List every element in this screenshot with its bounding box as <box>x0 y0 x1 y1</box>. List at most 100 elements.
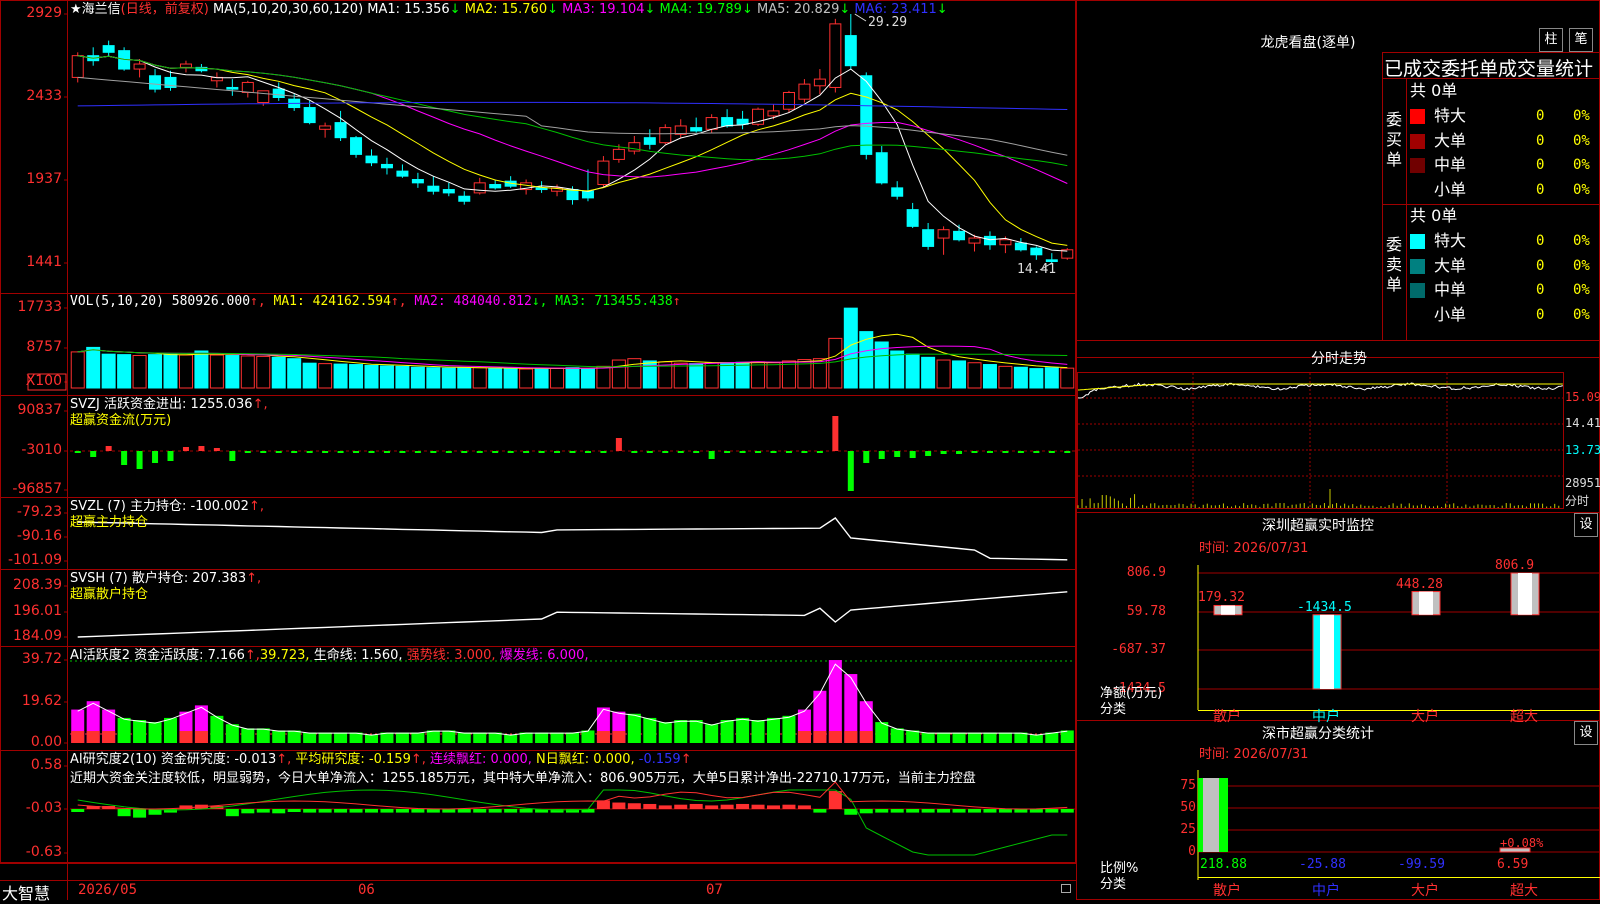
fenshi-price-line <box>1078 383 1563 398</box>
ai1-bar <box>164 718 177 743</box>
svzj-header: SVZJ 活跃资金进出: 1255.036↑, 超赢资金流(万元) <box>70 397 268 429</box>
sell-label-1: 大单 <box>1434 254 1466 278</box>
svzj-bar <box>755 451 761 453</box>
stats-bar-main <box>1198 778 1228 852</box>
svzj-bar <box>817 451 823 453</box>
ma5-value: MA5: 20.829 <box>753 2 840 17</box>
svzj-bar <box>941 451 947 454</box>
price-axis-label: 2929 <box>0 5 62 21</box>
volume-bar <box>705 363 718 388</box>
ma6-line <box>78 102 1068 109</box>
monitor-bar-hl-1 <box>1320 615 1334 689</box>
ai1-base <box>71 731 84 743</box>
ai1-bar <box>272 730 285 743</box>
price-axis-label: 2433 <box>0 88 62 104</box>
svzj-bar <box>461 451 467 453</box>
stats-cat-3: 超大 <box>1510 880 1538 900</box>
stats-bar-main-hl <box>1203 778 1219 852</box>
candle-body <box>598 161 609 184</box>
svzj-bar <box>894 451 900 457</box>
ai2-bar <box>752 805 765 809</box>
stats-cat-0: 散户 <box>1213 880 1241 900</box>
ai2-bar <box>953 809 966 813</box>
ai2-bar <box>71 809 84 812</box>
svzj-bar <box>75 451 81 453</box>
ai2-bar <box>272 809 285 813</box>
star-icon[interactable]: ★ <box>70 2 82 17</box>
ai2-bar <box>968 809 981 813</box>
buy-side-label: 委买单 <box>1386 110 1406 170</box>
candle-body <box>845 36 856 66</box>
fenshi-axis-2: 14.41 <box>1565 416 1600 430</box>
monitor-bar-1 <box>1313 615 1341 689</box>
monitor-axis-label: -687.37 <box>1110 642 1166 657</box>
svsh-axis-label: 208.39 <box>0 577 62 593</box>
candle-body <box>273 89 284 97</box>
volume-bar <box>983 365 996 388</box>
svzj-bar <box>724 451 730 453</box>
candle-body <box>1031 248 1042 255</box>
sell-total: 共 0单 <box>1410 204 1457 228</box>
ai1-label: 资金活跃度: 7.166 <box>134 648 245 663</box>
ai2-bar <box>891 809 904 813</box>
ai1-base <box>195 731 208 743</box>
ai1-v2: 39.723 <box>260 648 306 663</box>
ai2-bar <box>674 805 687 809</box>
volume-bar <box>411 367 424 388</box>
buy-label-2: 中单 <box>1434 153 1466 177</box>
volume-bar <box>179 355 192 388</box>
monitor-settings-button[interactable]: 设 <box>1574 513 1598 537</box>
svzj-bar <box>307 451 313 453</box>
ai2-bar <box>411 809 424 813</box>
period-label[interactable]: (日线，前复权) <box>121 2 209 17</box>
stats-settings-button[interactable]: 设 <box>1574 721 1598 745</box>
ai2-bar <box>133 809 146 818</box>
volume-bar <box>581 369 594 388</box>
fenshi-axis-5: 分时 <box>1565 492 1589 509</box>
svzj-bar <box>879 451 885 459</box>
ai2-bar <box>690 804 703 809</box>
volume-bar <box>87 347 100 388</box>
candle-body <box>242 82 253 92</box>
ai2-bar <box>1014 809 1027 813</box>
monitor-bar-label: 448.28 <box>1396 577 1466 592</box>
svzj-bar <box>662 451 668 453</box>
svzj-bar <box>1002 451 1008 453</box>
svsh-axis-label: 196.01 <box>0 603 62 619</box>
svzj-bar <box>771 451 777 453</box>
stats-value-0: 218.88 <box>1200 857 1247 872</box>
volume-bar <box>968 363 981 388</box>
stats-time: 时间: 2026/07/31 <box>1199 743 1308 762</box>
ai1-bar <box>226 724 239 743</box>
svzj-bar <box>1018 451 1024 453</box>
svzj-bar <box>137 451 143 469</box>
ai2-bar <box>489 809 502 813</box>
svzj-bar <box>1064 451 1070 453</box>
buy-label-1: 大单 <box>1434 129 1466 153</box>
buy-count-2: 0 <box>1536 157 1544 173</box>
fenshi-axis-3: 13.73 <box>1565 443 1600 457</box>
candle-body <box>722 118 733 126</box>
tick-mode-button[interactable]: 笔 <box>1569 28 1593 52</box>
lhb-header: 已成交委托单成交量统计 <box>1384 54 1600 81</box>
candle-body <box>304 108 315 123</box>
ai2-bar <box>442 809 455 813</box>
candle-body <box>892 188 903 196</box>
buy-swatch-0 <box>1410 109 1425 124</box>
candle-body <box>1015 243 1026 250</box>
ai1-bar <box>1061 730 1074 743</box>
ma-spec: MA(5,10,20,30,60,120) <box>213 2 363 17</box>
ai1-bar <box>257 728 270 743</box>
ai1-bar <box>288 730 301 743</box>
analysis-note: 近期大资金关注度较低，明显弱势，今日大单净流入：1255.185万元，其中特大单… <box>70 771 1075 787</box>
ai1-bar <box>566 733 579 743</box>
ai1-bar <box>999 733 1012 743</box>
monitor-axis-label: 806.9 <box>1110 565 1166 580</box>
bar-mode-button[interactable]: 柱 <box>1539 28 1563 52</box>
volume-bar <box>164 354 177 388</box>
lock-icon[interactable] <box>1061 884 1071 893</box>
fenshi-frame <box>1078 373 1564 509</box>
sell-swatch-3 <box>1410 308 1425 323</box>
stats-axis-label: 50 <box>1150 800 1196 815</box>
svzj-bar <box>446 451 452 453</box>
